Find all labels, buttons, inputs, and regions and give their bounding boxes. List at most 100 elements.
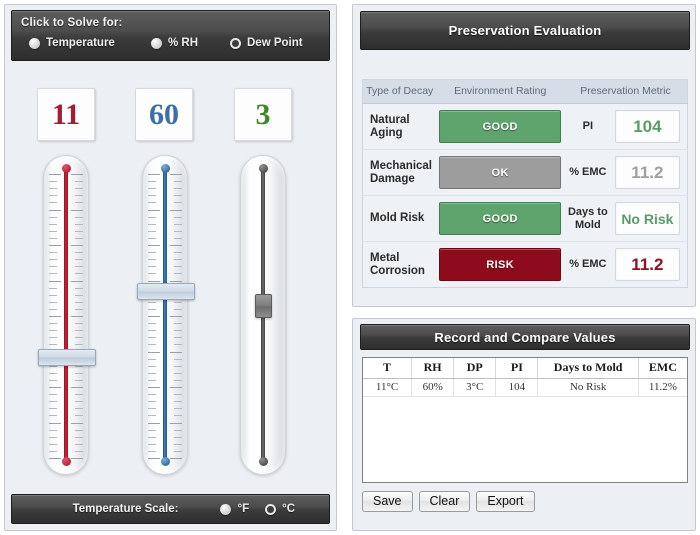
slider-tick [71,458,83,459]
slider-tick [148,309,156,310]
slider-tick [174,373,182,374]
slider-tick [75,288,83,289]
slider-tick [174,238,182,239]
radio-option-humidity[interactable]: % RH [151,37,198,49]
slider-tick [49,302,57,303]
slider-tick [49,401,57,402]
record-table: T RH DP PI Days to Mold EMC 11°C 60% 3°C… [363,358,687,397]
slider-tick [75,224,83,225]
slider-tick [174,273,182,274]
slider-tick [174,231,182,232]
slider-tick [49,316,61,317]
humidity-slider[interactable] [137,155,195,475]
temperature-scale-label: Temperature Scale: [72,503,179,515]
slider-tick [49,217,57,218]
slider-tick [148,188,156,189]
slider-tick [148,330,156,331]
metric-cell-mechanical-damage: 11.2 [611,149,688,196]
slider-tick [174,359,182,360]
slider-tick [174,401,182,402]
slider-tick [49,323,57,324]
record-button-row: Save Clear Export [362,491,535,512]
record-cell-rh: 60% [411,378,455,397]
radio-label-fahrenheit: °F [237,503,250,515]
slider-tick [49,181,57,182]
slider-tick [148,266,156,267]
slider-tick [174,380,182,381]
slider-tick [49,195,57,196]
preservation-evaluation-table: Type of Decay Environment Rating Preserv… [362,79,688,288]
rating-cell-natural-aging: GOOD [436,103,564,150]
slider-tick [148,451,156,452]
temperature-scale-bar: Temperature Scale: °F °C [11,494,330,524]
slider-tick [148,387,160,388]
radio-option-celsius[interactable]: °C [265,503,295,515]
solve-for-label: Click to Solve for: [21,17,123,29]
metric-label-natural-aging: PI [563,103,612,150]
radio-dot-celsius [265,503,277,515]
slider-tick [148,394,156,395]
slider-tick [148,202,156,203]
slider-tick [148,238,156,239]
temperature-slider-thumb[interactable] [38,349,96,366]
slider-tick [49,380,57,381]
slider-tick [49,295,57,296]
save-button[interactable]: Save [362,491,413,512]
slider-tick [174,437,182,438]
rating-badge-natural-aging: GOOD [439,110,561,143]
radio-option-dewpoint[interactable]: Dew Point [230,37,303,49]
slider-tick [49,423,61,424]
record-cell-emc: 11.2% [638,378,687,397]
slider-tick [75,408,83,409]
clear-button[interactable]: Clear [418,491,471,512]
slider-tick [148,245,160,246]
slider-tick [71,210,83,211]
humidity-slider-bottom-bulb [160,457,170,466]
slider-tick [170,245,182,246]
slider-tick [75,252,83,253]
slider-tick [174,366,182,367]
record-table-container[interactable]: T RH DP PI Days to Mold EMC 11°C 60% 3°C… [362,357,688,483]
slider-tick [170,210,182,211]
metric-value-metal-corrosion: 11.2 [614,248,680,281]
radio-option-fahrenheit[interactable]: °F [220,503,249,515]
slider-tick [148,437,156,438]
slider-tick [75,437,83,438]
record-cell-days-to-mold: No Risk [537,378,639,397]
slider-tick [49,231,57,232]
metric-cell-natural-aging: 104 [611,103,688,150]
slider-tick [148,252,156,253]
slider-tick [49,259,57,260]
slider-tick [49,387,61,388]
record-col-days-to-mold: Days to Mold [537,358,639,379]
temperature-slider-bottom-bulb [61,457,71,466]
export-button[interactable]: Export [476,491,535,512]
record-row[interactable]: 11°C 60% 3°C 104 No Risk 11.2% [363,378,687,397]
humidity-slider-thumb[interactable] [137,283,195,300]
slider-tick [75,217,83,218]
record-cell-t: 11°C [363,378,413,397]
slider-tick [174,195,182,196]
radio-dot-humidity [151,37,162,49]
slider-tick [174,408,182,409]
slider-tick [49,344,57,345]
table-header-row: Type of Decay Environment Rating Preserv… [362,79,688,104]
slider-tick [174,302,182,303]
slider-tick [170,423,182,424]
slider-tick [148,231,156,232]
slider-tick [49,202,57,203]
slider-tick [75,202,83,203]
dewpoint-slider[interactable] [240,155,286,475]
input-panel: Click to Solve for: Temperature % RH Dew… [4,4,337,531]
slider-tick [148,458,160,459]
radio-option-temperature[interactable]: Temperature [29,37,115,49]
radio-dot-dewpoint [230,37,241,49]
slider-tick [174,224,182,225]
slider-tick [75,394,83,395]
slider-tick [75,266,83,267]
dewpoint-slider-thumb[interactable] [255,294,272,318]
slider-tick [148,323,156,324]
temperature-slider[interactable] [38,155,96,475]
humidity-slider-stem [163,168,167,462]
table-row: Metal Corrosion RISK % EMC 11.2 [362,241,688,288]
